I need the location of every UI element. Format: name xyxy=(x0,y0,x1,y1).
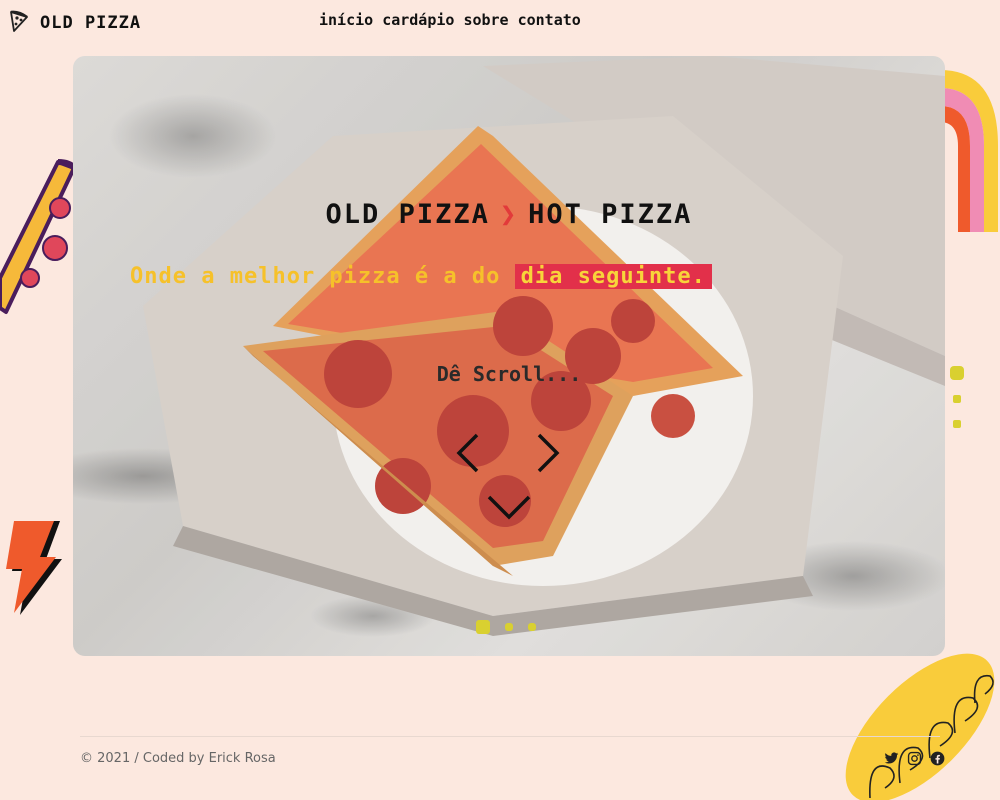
footer-divider xyxy=(80,736,940,737)
hero-title-right: HOT PIZZA xyxy=(528,199,693,230)
hero-title: OLD PIZZA ❯ HOT PIZZA xyxy=(73,199,945,230)
brand[interactable]: OLD PIZZA xyxy=(8,9,141,37)
carousel-dot[interactable] xyxy=(505,623,513,631)
hero-tagline: Onde a melhor pizza é a do dia seguinte. xyxy=(130,264,712,289)
scroll-prompt: Dê Scroll... xyxy=(436,362,582,386)
twitter-icon[interactable] xyxy=(884,751,899,766)
instagram-icon[interactable] xyxy=(907,751,922,766)
tagline-highlight: dia seguinte. xyxy=(514,264,712,289)
lightning-bolt-illustration xyxy=(0,519,62,621)
dots-decoration-right xyxy=(950,366,970,440)
facebook-icon[interactable] xyxy=(930,751,945,766)
baguette-illustration xyxy=(840,648,1000,800)
brand-name: OLD PIZZA xyxy=(40,13,142,33)
scroll-arrows[interactable] xyxy=(455,431,565,527)
nav-item-cardapio[interactable]: cardápio xyxy=(382,11,454,29)
chevron-right-icon: ❯ xyxy=(499,199,519,230)
social-links xyxy=(884,751,945,766)
nav-item-contato[interactable]: contato xyxy=(518,11,581,29)
tagline-main: Onde a melhor pizza é a do xyxy=(130,264,501,289)
carousel-dot-active[interactable] xyxy=(476,620,490,634)
pizza-sticker-illustration xyxy=(0,158,80,322)
hero-title-left: OLD PIZZA xyxy=(325,199,490,230)
footer-copyright: © 2021 / Coded by Erick Rosa xyxy=(80,751,276,766)
rainbow-illustration xyxy=(940,66,1000,240)
pizza-box-image xyxy=(73,56,945,656)
hero-banner: OLD PIZZA ❯ HOT PIZZA Onde a melhor pizza … xyxy=(73,56,945,656)
nav-item-sobre[interactable]: sobre xyxy=(463,11,508,29)
carousel-dot[interactable] xyxy=(528,623,536,631)
nav-item-inicio[interactable]: início xyxy=(319,11,373,29)
pizza-slice-icon xyxy=(8,9,30,37)
carousel-dots xyxy=(476,620,536,634)
main-nav: início cardápio sobre contato xyxy=(319,11,581,29)
